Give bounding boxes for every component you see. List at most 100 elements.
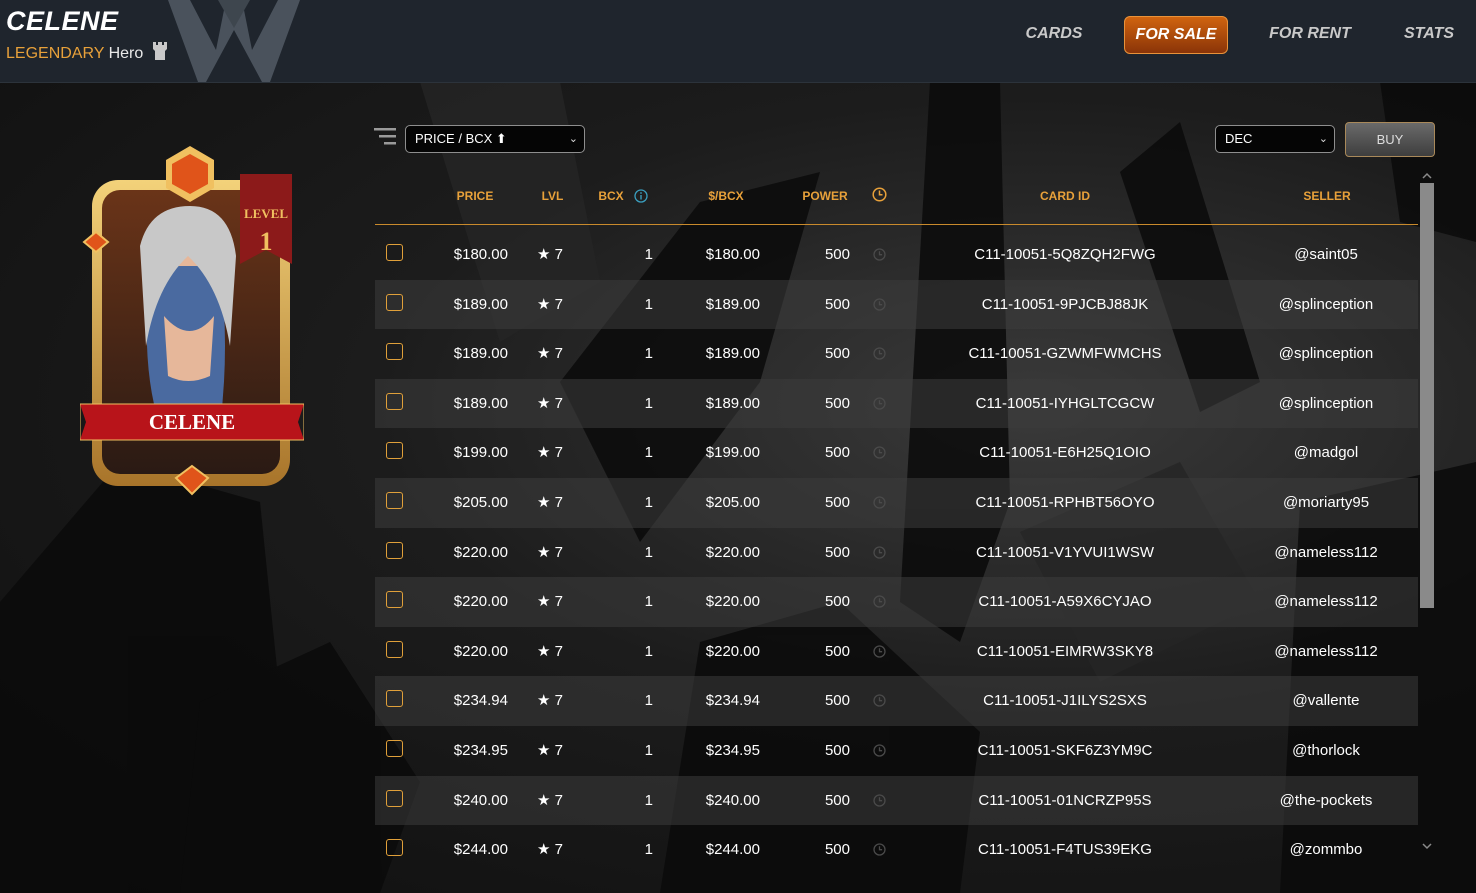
table-row[interactable]: $189.00 ★ 7 1 $189.00 500 C11-10051-IYHGLTCGC… [375,378,1418,429]
cell-seller[interactable]: @vallente [1255,676,1397,725]
row-checkbox[interactable] [386,442,403,460]
cell-price: $189.00 [453,345,508,363]
cell-per-bcx: $234.95 [705,742,760,759]
cell-card-id[interactable]: C11-10051-SKF6Z3YM9C [935,726,1195,775]
rarity-label: LEGENDARY [6,45,105,62]
info-icon[interactable] [634,189,648,208]
row-checkbox[interactable] [386,343,403,361]
cell-seller[interactable]: @zommbo [1255,825,1397,856]
row-checkbox[interactable] [386,789,403,807]
order-select[interactable]: DEC ⌄ [1215,125,1335,153]
cell-seller[interactable]: @saint05 [1255,230,1397,279]
column-header-seller[interactable]: SELLER [1285,189,1369,203]
column-header-card-id[interactable]: CARD ID [1015,189,1115,203]
column-header-price[interactable]: PRICE [445,189,505,203]
clock-icon [873,545,886,563]
row-checkbox[interactable] [386,839,403,856]
cell-per-bcx: $189.00 [705,345,760,363]
row-checkbox[interactable] [386,492,403,509]
table-row[interactable]: $244.00 ★ 7 1 $244.00 500 C11-10051-F4TUS39EK… [375,825,1418,856]
column-header-lvl[interactable]: LVL [530,189,575,203]
cell-lvl: ★ 7 [537,345,563,363]
table-row[interactable]: $189.00 ★ 7 1 $189.00 500 C11-10051-9PJCBJ88J… [375,279,1418,330]
table-row[interactable]: $240.00 ★ 7 1 $240.00 500 C11-10051-01NCRZP95… [375,775,1418,826]
row-checkbox[interactable] [386,293,403,311]
table-row[interactable]: $220.00 ★ 7 1 $220.00 500 C11-10051-EIMRW3SKY… [375,627,1418,677]
cell-card-id[interactable]: C11-10051-01NCRZP95S [935,776,1195,825]
tab-for-sale[interactable]: FOR SALE [1124,16,1228,54]
cell-seller[interactable]: @thorlock [1255,726,1397,775]
table-row[interactable]: $234.94 ★ 7 1 $234.94 500 C11-10051-J1ILYS2SX… [375,676,1418,726]
table-row[interactable]: $220.00 ★ 7 1 $220.00 500 C11-10051-V1YVUI1WS… [375,528,1418,578]
scrollbar-thumb[interactable] [1420,183,1434,608]
table-row[interactable]: $234.95 ★ 7 1 $234.95 500 C11-10051-SKF6Z3YM9… [375,726,1418,776]
row-checkbox[interactable] [386,640,403,658]
column-header-power[interactable]: POWER [795,189,855,203]
tab-for-rent[interactable]: FOR RENT [1256,16,1364,52]
cell-card-id[interactable]: C11-10051-IYHGLTCGCW [935,379,1195,428]
cell-lvl: ★ 7 [537,246,563,263]
cell-card-id[interactable]: C11-10051-RPHBT56OYO [935,478,1195,527]
cell-card-id[interactable]: C11-10051-A59X6CYJAO [935,577,1195,626]
card-image: LEVEL 1 CELENE [79,146,305,503]
cell-price: $220.00 [453,593,508,611]
cell-seller[interactable]: @splinception [1255,280,1397,329]
buy-button[interactable]: BUY [1345,122,1435,157]
clock-icon [873,645,886,662]
cell-card-id[interactable]: C11-10051-9PJCBJ88JK [935,280,1195,329]
tab-cards[interactable]: CARDS [1010,16,1098,52]
clock-icon [873,744,886,761]
cell-card-id[interactable]: C11-10051-E6H25Q1OIO [935,428,1195,477]
cell-lvl: ★ 7 [537,295,563,313]
row-checkbox[interactable] [386,591,403,609]
column-header-per-bcx[interactable]: $/BCX [695,189,757,203]
cell-card-id[interactable]: C11-10051-V1YVUI1WSW [935,528,1195,577]
cell-per-bcx: $189.00 [705,394,760,412]
row-checkbox[interactable] [386,541,403,559]
cell-card-id[interactable]: C11-10051-EIMRW3SKY8 [935,627,1195,676]
cell-seller[interactable]: @nameless112 [1255,627,1397,676]
cell-card-id[interactable]: C11-10051-F4TUS39EKG [935,825,1195,856]
cell-power: 500 [824,295,850,313]
cell-seller[interactable]: @madgol [1255,428,1397,477]
cell-power: 500 [824,444,850,462]
column-header-bcx[interactable]: BCX [591,189,631,203]
cell-seller[interactable]: @nameless112 [1255,528,1397,577]
cell-card-id[interactable]: C11-10051-GZWMFWMCHS [935,329,1195,378]
cell-card-id[interactable]: C11-10051-J1ILYS2SXS [935,676,1195,725]
cell-seller[interactable]: @the-pockets [1255,776,1397,825]
table-row[interactable]: $205.00 ★ 7 1 $205.00 500 C11-10051-RPHBT56OY… [375,478,1418,528]
cell-card-id[interactable]: C11-10051-5Q8ZQH2FWG [935,230,1195,279]
cell-per-bcx: $220.00 [705,642,760,660]
cell-bcx: 1 [644,742,653,759]
cell-price: $244.00 [453,841,508,856]
sort-select[interactable]: PRICE / BCX ⬆ ⌄ [405,125,585,153]
row-checkbox[interactable] [386,740,403,757]
cell-bcx: 1 [644,444,653,462]
cell-seller[interactable]: @splinception [1255,379,1397,428]
chevron-down-icon: ⌄ [568,133,578,145]
cell-bcx: 1 [644,543,653,561]
cell-seller[interactable]: @nameless112 [1255,577,1397,626]
cell-price: $205.00 [453,494,508,511]
row-checkbox[interactable] [386,690,403,708]
table-row[interactable]: $189.00 ★ 7 1 $189.00 500 C11-10051-GZWMFWMCH… [375,329,1418,379]
filter-icon[interactable] [374,126,398,153]
clock-icon [873,595,886,612]
clock-icon[interactable] [872,187,887,207]
table-row[interactable]: $199.00 ★ 7 1 $199.00 500 C11-10051-E6H25Q1OI… [375,428,1418,478]
table-row[interactable]: $180.00 ★ 7 1 $180.00 500 C11-10051-5Q8ZQH2FW… [375,230,1418,280]
table-row[interactable]: $220.00 ★ 7 1 $220.00 500 C11-10051-A59X6CYJA… [375,577,1418,627]
cell-seller[interactable]: @moriarty95 [1255,478,1397,527]
cell-lvl: ★ 7 [537,841,563,856]
clock-icon [873,397,886,414]
cell-seller[interactable]: @splinception [1255,329,1397,378]
cell-power: 500 [824,543,850,561]
cell-per-bcx: $180.00 [705,246,760,263]
chevron-down-icon: ⌄ [1318,133,1328,145]
row-checkbox[interactable] [386,392,403,410]
cell-price: $234.95 [453,742,508,759]
tab-stats[interactable]: STATS [1394,16,1464,52]
row-checkbox[interactable] [386,244,403,261]
level-value: 1 [260,227,273,256]
